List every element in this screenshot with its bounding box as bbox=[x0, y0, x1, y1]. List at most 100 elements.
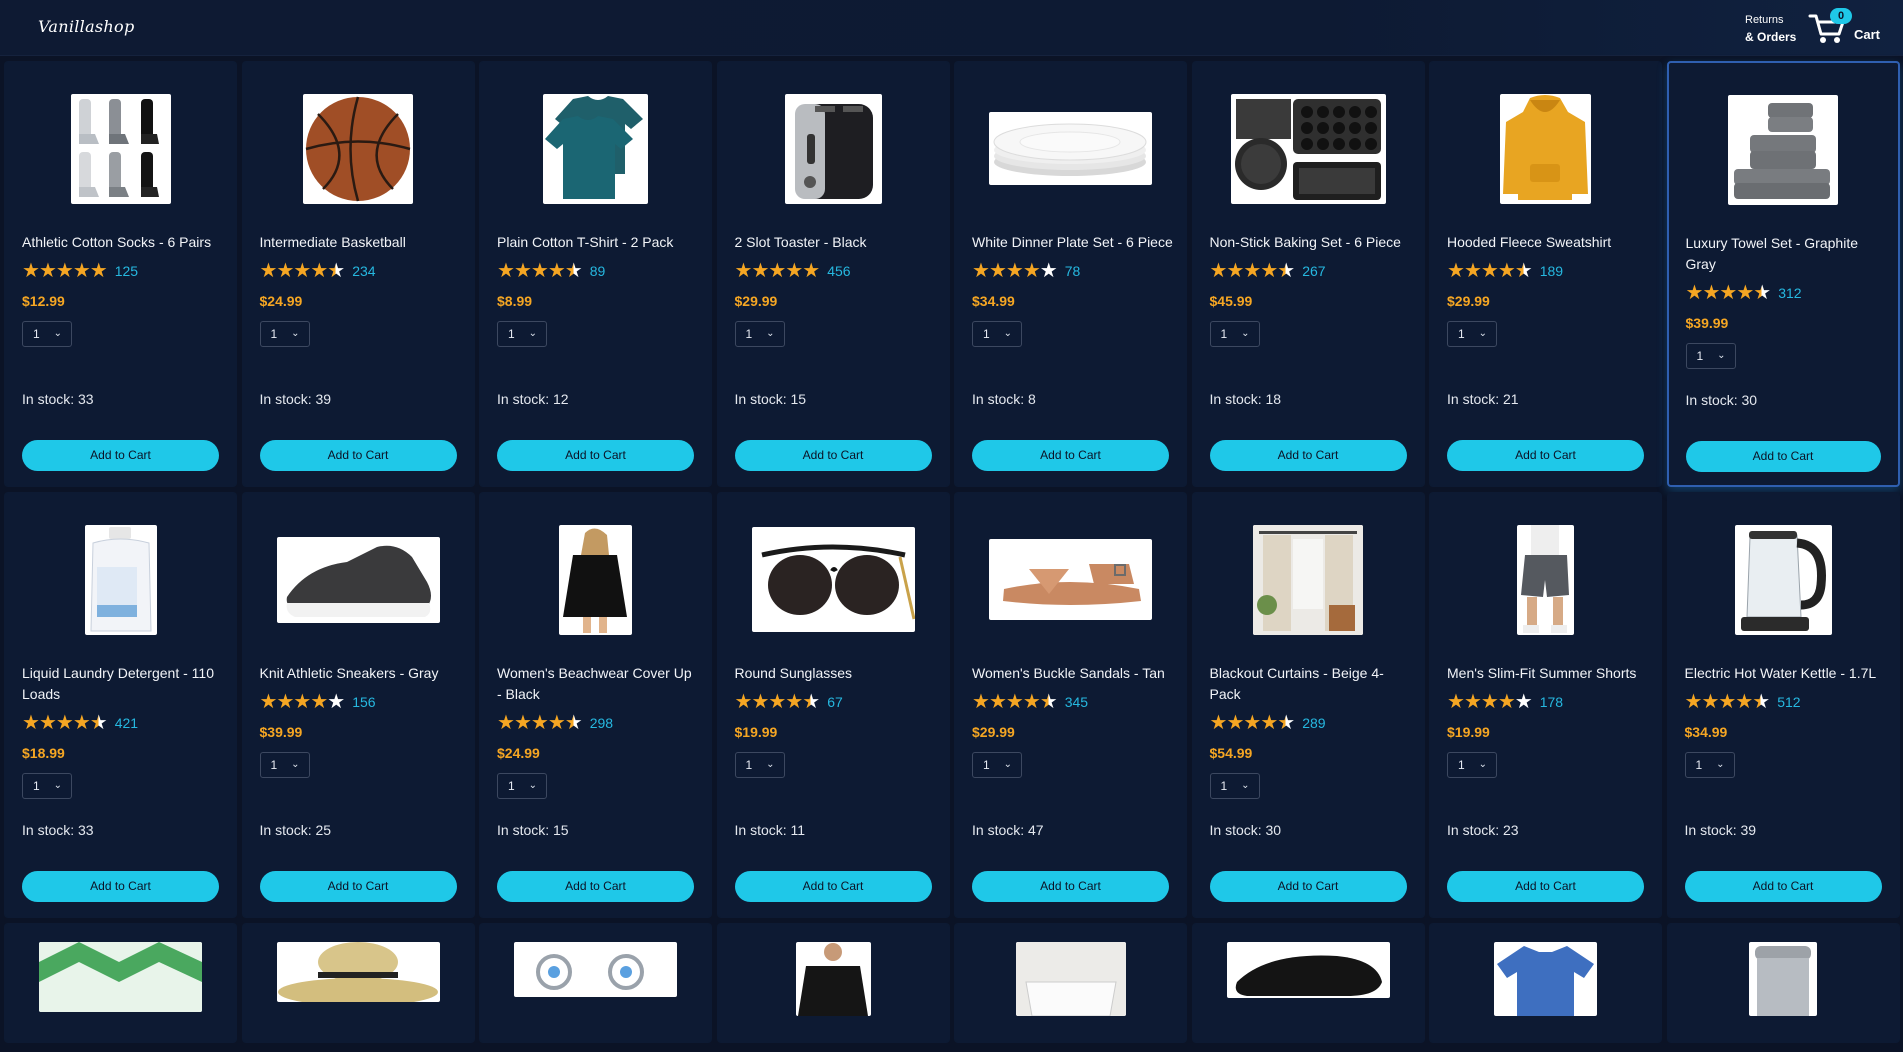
product-card[interactable]: Hooded Fleece Sweatshirt ★★★★★ 189 $29.9… bbox=[1429, 61, 1662, 487]
review-count[interactable]: 125 bbox=[115, 263, 138, 279]
product-image[interactable] bbox=[1728, 94, 1838, 205]
product-title[interactable]: Liquid Laundry Detergent - 110 Loads bbox=[22, 663, 224, 705]
product-card[interactable]: Liquid Laundry Detergent - 110 Loads ★★★… bbox=[4, 492, 237, 918]
quantity-select[interactable]: 1 ⌄ bbox=[497, 773, 547, 799]
add-to-cart-button[interactable]: Add to Cart bbox=[734, 871, 932, 902]
review-count[interactable]: 189 bbox=[1540, 263, 1563, 279]
quantity-select[interactable]: 1 ⌄ bbox=[497, 321, 547, 347]
product-image[interactable] bbox=[276, 942, 440, 1002]
product-card[interactable]: Intermediate Basketball ★★★★★ 234 $24.99… bbox=[241, 61, 475, 487]
quantity-select[interactable]: 1 ⌄ bbox=[1685, 343, 1736, 369]
returns-orders-link[interactable]: Returns & Orders bbox=[1745, 12, 1815, 46]
product-title[interactable]: Round Sunglasses bbox=[735, 663, 937, 684]
quantity-select[interactable]: 1 ⌄ bbox=[22, 321, 72, 347]
product-title[interactable]: Non-Stick Baking Set - 6 Piece bbox=[1210, 232, 1412, 253]
quantity-select[interactable]: 1 ⌄ bbox=[22, 773, 72, 799]
review-count[interactable]: 89 bbox=[590, 263, 606, 279]
add-to-cart-button[interactable]: Add to Cart bbox=[259, 871, 457, 902]
product-card[interactable] bbox=[716, 923, 950, 1043]
product-card[interactable] bbox=[241, 923, 475, 1043]
product-card[interactable] bbox=[1191, 923, 1425, 1043]
add-to-cart-button[interactable]: Add to Cart bbox=[22, 440, 219, 471]
product-title[interactable]: Luxury Towel Set - Graphite Gray bbox=[1686, 233, 1886, 275]
review-count[interactable]: 298 bbox=[590, 715, 613, 731]
product-card[interactable]: Plain Cotton T-Shirt - 2 Pack ★★★★★ 89 $… bbox=[479, 61, 712, 487]
product-title[interactable]: Hooded Fleece Sweatshirt bbox=[1447, 232, 1649, 253]
product-title[interactable]: Plain Cotton T-Shirt - 2 Pack bbox=[497, 232, 699, 253]
quantity-select[interactable]: 1 ⌄ bbox=[1684, 752, 1735, 778]
add-to-cart-button[interactable]: Add to Cart bbox=[22, 871, 219, 902]
product-image[interactable] bbox=[514, 942, 677, 997]
site-logo[interactable]: Vanillashop bbox=[38, 17, 135, 36]
add-to-cart-button[interactable]: Add to Cart bbox=[1684, 871, 1882, 902]
product-image[interactable] bbox=[559, 524, 632, 635]
product-title[interactable]: Electric Hot Water Kettle - 1.7L bbox=[1685, 663, 1887, 684]
add-to-cart-button[interactable]: Add to Cart bbox=[1685, 441, 1881, 472]
product-title[interactable]: Knit Athletic Sneakers - Gray bbox=[260, 663, 462, 684]
product-image[interactable] bbox=[1517, 524, 1574, 635]
quantity-select[interactable]: 1 ⌄ bbox=[972, 321, 1022, 347]
quantity-select[interactable]: 1 ⌄ bbox=[734, 321, 785, 347]
product-image[interactable] bbox=[543, 93, 648, 204]
product-title[interactable]: Women's Beachwear Cover Up - Black bbox=[497, 663, 699, 705]
quantity-select[interactable]: 1 ⌄ bbox=[1209, 321, 1260, 347]
add-to-cart-button[interactable]: Add to Cart bbox=[1447, 871, 1644, 902]
review-count[interactable]: 178 bbox=[1540, 694, 1563, 710]
add-to-cart-button[interactable]: Add to Cart bbox=[259, 440, 457, 471]
product-image[interactable] bbox=[751, 527, 915, 632]
review-count[interactable]: 267 bbox=[1302, 263, 1325, 279]
product-image[interactable] bbox=[1500, 93, 1591, 204]
quantity-select[interactable]: 1 ⌄ bbox=[734, 752, 785, 778]
review-count[interactable]: 67 bbox=[827, 694, 843, 710]
product-image[interactable] bbox=[795, 942, 871, 1016]
quantity-select[interactable]: 1 ⌄ bbox=[1209, 773, 1260, 799]
add-to-cart-button[interactable]: Add to Cart bbox=[972, 871, 1169, 902]
add-to-cart-button[interactable]: Add to Cart bbox=[1209, 871, 1407, 902]
product-card[interactable]: Women's Beachwear Cover Up - Black ★★★★★… bbox=[479, 492, 712, 918]
product-title[interactable]: White Dinner Plate Set - 6 Piece bbox=[972, 232, 1174, 253]
review-count[interactable]: 78 bbox=[1065, 263, 1081, 279]
product-image[interactable] bbox=[276, 536, 440, 623]
product-card[interactable]: Men's Slim-Fit Summer Shorts ★★★★★ 178 $… bbox=[1429, 492, 1662, 918]
product-image[interactable] bbox=[1253, 524, 1363, 635]
review-count[interactable]: 512 bbox=[1777, 694, 1800, 710]
product-card[interactable] bbox=[1429, 923, 1662, 1043]
cart-button[interactable]: 0 Cart bbox=[1808, 6, 1898, 50]
add-to-cart-button[interactable]: Add to Cart bbox=[1209, 440, 1407, 471]
add-to-cart-button[interactable]: Add to Cart bbox=[972, 440, 1169, 471]
product-card[interactable] bbox=[4, 923, 237, 1043]
product-image[interactable] bbox=[1734, 524, 1832, 635]
product-image[interactable] bbox=[1749, 942, 1817, 1016]
product-image[interactable] bbox=[989, 539, 1152, 620]
product-title[interactable]: 2 Slot Toaster - Black bbox=[735, 232, 937, 253]
review-count[interactable]: 345 bbox=[1065, 694, 1088, 710]
product-title[interactable]: Intermediate Basketball bbox=[260, 232, 462, 253]
product-title[interactable]: Men's Slim-Fit Summer Shorts bbox=[1447, 663, 1649, 684]
product-image[interactable] bbox=[989, 112, 1152, 185]
product-title[interactable]: Athletic Cotton Socks - 6 Pairs bbox=[22, 232, 224, 253]
product-card[interactable]: Knit Athletic Sneakers - Gray ★★★★★ 156 … bbox=[241, 492, 475, 918]
product-card[interactable]: 2 Slot Toaster - Black ★★★★★ 456 $29.99 … bbox=[716, 61, 950, 487]
quantity-select[interactable]: 1 ⌄ bbox=[259, 321, 310, 347]
product-card[interactable]: White Dinner Plate Set - 6 Piece ★★★★★ 7… bbox=[954, 61, 1187, 487]
product-card[interactable]: Electric Hot Water Kettle - 1.7L ★★★★★ 5… bbox=[1666, 492, 1900, 918]
product-image[interactable] bbox=[1015, 942, 1126, 1016]
quantity-select[interactable]: 1 ⌄ bbox=[972, 752, 1022, 778]
add-to-cart-button[interactable]: Add to Cart bbox=[1447, 440, 1644, 471]
product-image[interactable] bbox=[39, 942, 202, 1012]
product-card[interactable]: Athletic Cotton Socks - 6 Pairs ★★★★★ 12… bbox=[4, 61, 237, 487]
review-count[interactable]: 421 bbox=[115, 715, 138, 731]
product-title[interactable]: Blackout Curtains - Beige 4-Pack bbox=[1210, 663, 1412, 705]
product-card[interactable] bbox=[954, 923, 1187, 1043]
product-image[interactable] bbox=[303, 93, 413, 204]
product-card[interactable]: Round Sunglasses ★★★★★ 67 $19.99 1 ⌄ In … bbox=[716, 492, 950, 918]
review-count[interactable]: 156 bbox=[352, 694, 375, 710]
product-title[interactable]: Women's Buckle Sandals - Tan bbox=[972, 663, 1174, 684]
product-card[interactable] bbox=[1666, 923, 1900, 1043]
review-count[interactable]: 312 bbox=[1778, 285, 1801, 301]
review-count[interactable]: 289 bbox=[1302, 715, 1325, 731]
product-image[interactable] bbox=[1230, 93, 1386, 204]
add-to-cart-button[interactable]: Add to Cart bbox=[734, 440, 932, 471]
add-to-cart-button[interactable]: Add to Cart bbox=[497, 871, 694, 902]
product-image[interactable] bbox=[1226, 942, 1390, 998]
